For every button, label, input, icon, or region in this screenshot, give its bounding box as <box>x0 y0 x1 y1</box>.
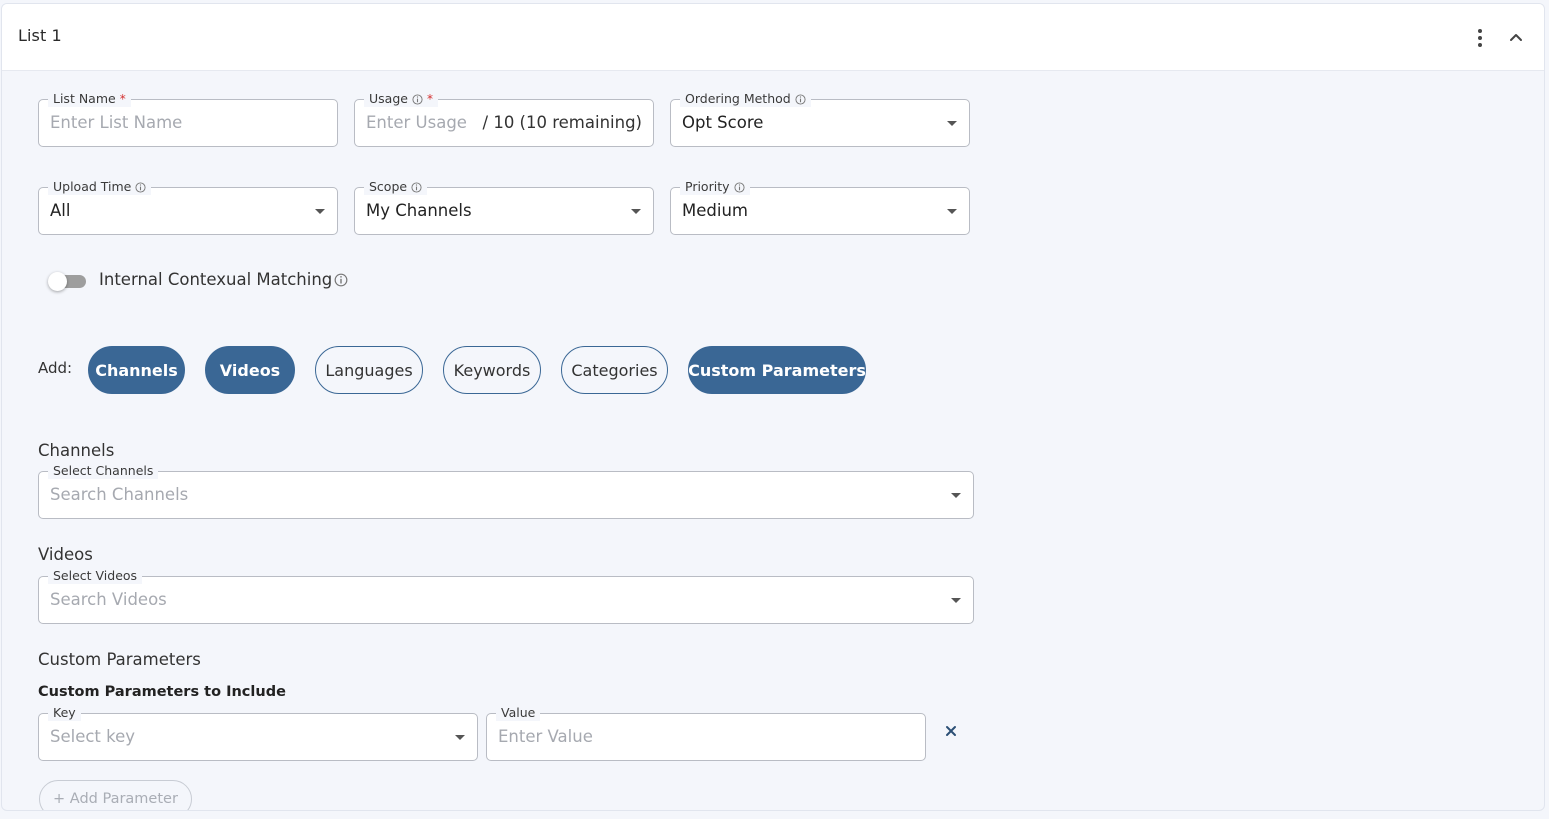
priority-label: Priority <box>685 179 730 194</box>
info-icon <box>795 93 806 105</box>
list-card: List 1 List Name * Enter List Name Usage … <box>1 3 1545 811</box>
caret-down-icon[interactable] <box>951 598 961 603</box>
add-label: Add: <box>38 359 73 377</box>
required-mark: * <box>119 92 126 106</box>
card-header[interactable]: List 1 <box>2 4 1544 71</box>
key-input[interactable]: Select key <box>50 727 135 746</box>
videos-search-input[interactable]: Search Videos <box>50 590 167 609</box>
chip-channels[interactable]: Channels <box>88 346 185 394</box>
chip-languages[interactable]: Languages <box>315 346 423 394</box>
usage-field[interactable]: Usage * Enter Usage / 10 (10 remaining) <box>354 91 654 147</box>
caret-down-icon[interactable] <box>947 209 957 214</box>
value-field[interactable]: Value Enter Value <box>486 705 926 761</box>
videos-select-label: Select Videos <box>53 568 138 583</box>
info-icon <box>411 181 422 193</box>
upload-time-select[interactable]: Upload Time All <box>38 179 338 235</box>
custom-parameters-section-title: Custom Parameters <box>38 650 201 669</box>
list-name-input[interactable]: Enter List Name <box>50 113 182 132</box>
chip-categories[interactable]: Categories <box>561 346 668 394</box>
scope-label: Scope <box>369 179 408 194</box>
priority-value: Medium <box>682 201 748 220</box>
info-icon <box>334 273 348 286</box>
priority-select[interactable]: Priority Medium <box>670 179 970 235</box>
upload-time-label: Upload Time <box>53 179 132 194</box>
chevron-up-icon[interactable] <box>1504 26 1528 50</box>
channels-select[interactable]: Select Channels Search Channels <box>38 463 974 519</box>
toggle-knob <box>48 272 67 291</box>
scope-select[interactable]: Scope My Channels <box>354 179 654 235</box>
caret-down-icon[interactable] <box>947 121 957 126</box>
info-icon <box>412 93 423 105</box>
chip-videos[interactable]: Videos <box>205 346 295 394</box>
caret-down-icon[interactable] <box>631 209 641 214</box>
info-icon <box>135 181 146 193</box>
list-name-label: List Name <box>53 91 116 106</box>
ordering-method-label: Ordering Method <box>685 91 791 106</box>
channels-search-input[interactable]: Search Channels <box>50 485 188 504</box>
ordering-method-value: Opt Score <box>682 113 764 132</box>
caret-down-icon[interactable] <box>315 209 325 214</box>
scope-value: My Channels <box>366 201 472 220</box>
caret-down-icon[interactable] <box>455 735 465 740</box>
add-parameter-button[interactable]: + Add Parameter <box>39 780 192 810</box>
caret-down-icon[interactable] <box>951 493 961 498</box>
usage-input[interactable]: Enter Usage <box>366 113 467 132</box>
more-vertical-icon[interactable] <box>1470 26 1490 50</box>
required-mark: * <box>426 92 433 106</box>
videos-select[interactable]: Select Videos Search Videos <box>38 568 974 624</box>
info-icon <box>733 181 745 193</box>
chip-keywords[interactable]: Keywords <box>443 346 541 394</box>
custom-parameters-include-title: Custom Parameters to Include <box>38 684 286 700</box>
key-select[interactable]: Key Select key <box>38 705 478 761</box>
contextual-matching-label: Internal Contexual Matching <box>99 270 333 289</box>
chip-custom-parameters[interactable]: Custom Parameters <box>688 346 866 394</box>
key-label: Key <box>53 705 76 720</box>
channels-section-title: Channels <box>38 441 115 460</box>
usage-suffix: / 10 (10 remaining) <box>482 113 642 132</box>
usage-label: Usage <box>369 91 408 106</box>
value-input[interactable]: Enter Value <box>498 727 593 746</box>
value-label: Value <box>501 705 536 720</box>
list-name-field[interactable]: List Name * Enter List Name <box>38 91 338 147</box>
upload-time-value: All <box>50 201 71 220</box>
contextual-matching-toggle[interactable] <box>48 272 86 291</box>
channels-select-label: Select Channels <box>53 463 154 478</box>
list-title: List 1 <box>18 26 62 45</box>
ordering-method-select[interactable]: Ordering Method Opt Score <box>670 91 970 147</box>
videos-section-title: Videos <box>38 545 93 564</box>
close-icon[interactable] <box>944 724 958 738</box>
